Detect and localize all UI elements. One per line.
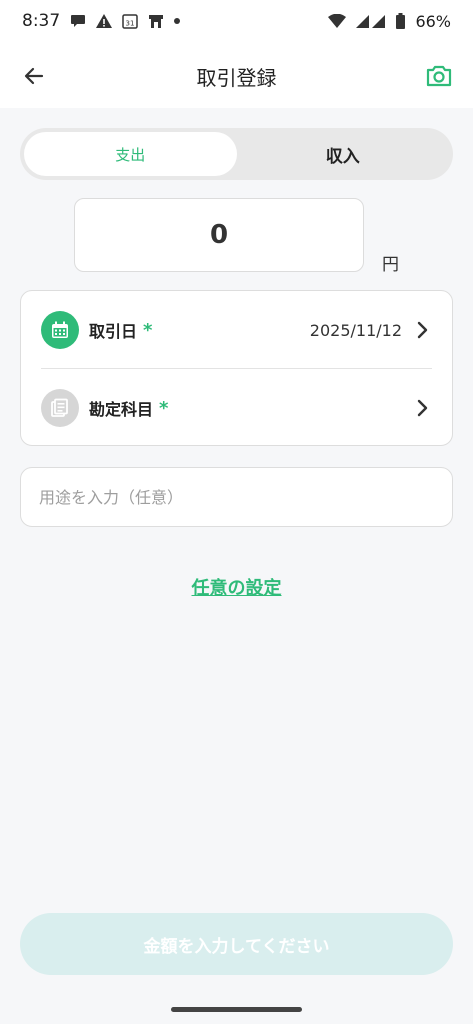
- submit-button[interactable]: 金額を入力してください: [20, 913, 453, 975]
- wifi-icon: [328, 14, 347, 28]
- signal-icon: [356, 14, 386, 28]
- battery-percent: 66%: [415, 11, 451, 31]
- calendar-day: 31: [126, 20, 135, 28]
- memo-input[interactable]: [20, 467, 453, 527]
- warning-icon: [96, 14, 113, 28]
- status-right: 66%: [328, 12, 451, 31]
- store-icon: [148, 13, 164, 29]
- camera-button[interactable]: [425, 62, 453, 90]
- account-label: 勘定科目: [89, 400, 154, 419]
- amount-input[interactable]: 0: [74, 198, 364, 272]
- page-title: 取引登録: [196, 66, 277, 90]
- chat-icon: [70, 14, 86, 28]
- currency-unit: 円: [382, 255, 399, 275]
- status-time: 8:37: [22, 11, 61, 31]
- optional-settings-link[interactable]: 任意の設定: [0, 574, 473, 600]
- chevron-right-icon: [417, 321, 428, 339]
- app-header: 取引登録: [0, 42, 473, 108]
- tab-income[interactable]: 収入: [237, 132, 450, 176]
- tab-expense[interactable]: 支出: [24, 132, 237, 176]
- type-segmented-control: 支出 収入: [20, 128, 453, 180]
- date-row[interactable]: 取引日 * 2025/11/12: [21, 291, 452, 369]
- calendar-icon: [41, 311, 79, 349]
- ledger-icon: [41, 389, 79, 427]
- date-required-mark: *: [143, 319, 153, 341]
- calendar-icon: 31: [122, 13, 138, 29]
- account-row[interactable]: 勘定科目 *: [21, 369, 452, 447]
- dot-icon: [174, 18, 181, 24]
- camera-icon: [426, 65, 452, 87]
- battery-icon: [396, 13, 406, 29]
- date-label: 取引日: [89, 322, 138, 341]
- home-indicator[interactable]: [171, 1007, 302, 1012]
- chevron-right-icon: [417, 399, 428, 417]
- status-bar: 8:37 31 66%: [0, 0, 473, 42]
- account-required-mark: *: [159, 397, 169, 419]
- fields-card: 取引日 * 2025/11/12 勘定科目 *: [20, 290, 453, 446]
- date-value: 2025/11/12: [309, 320, 402, 340]
- status-left: 8:37 31: [22, 11, 181, 31]
